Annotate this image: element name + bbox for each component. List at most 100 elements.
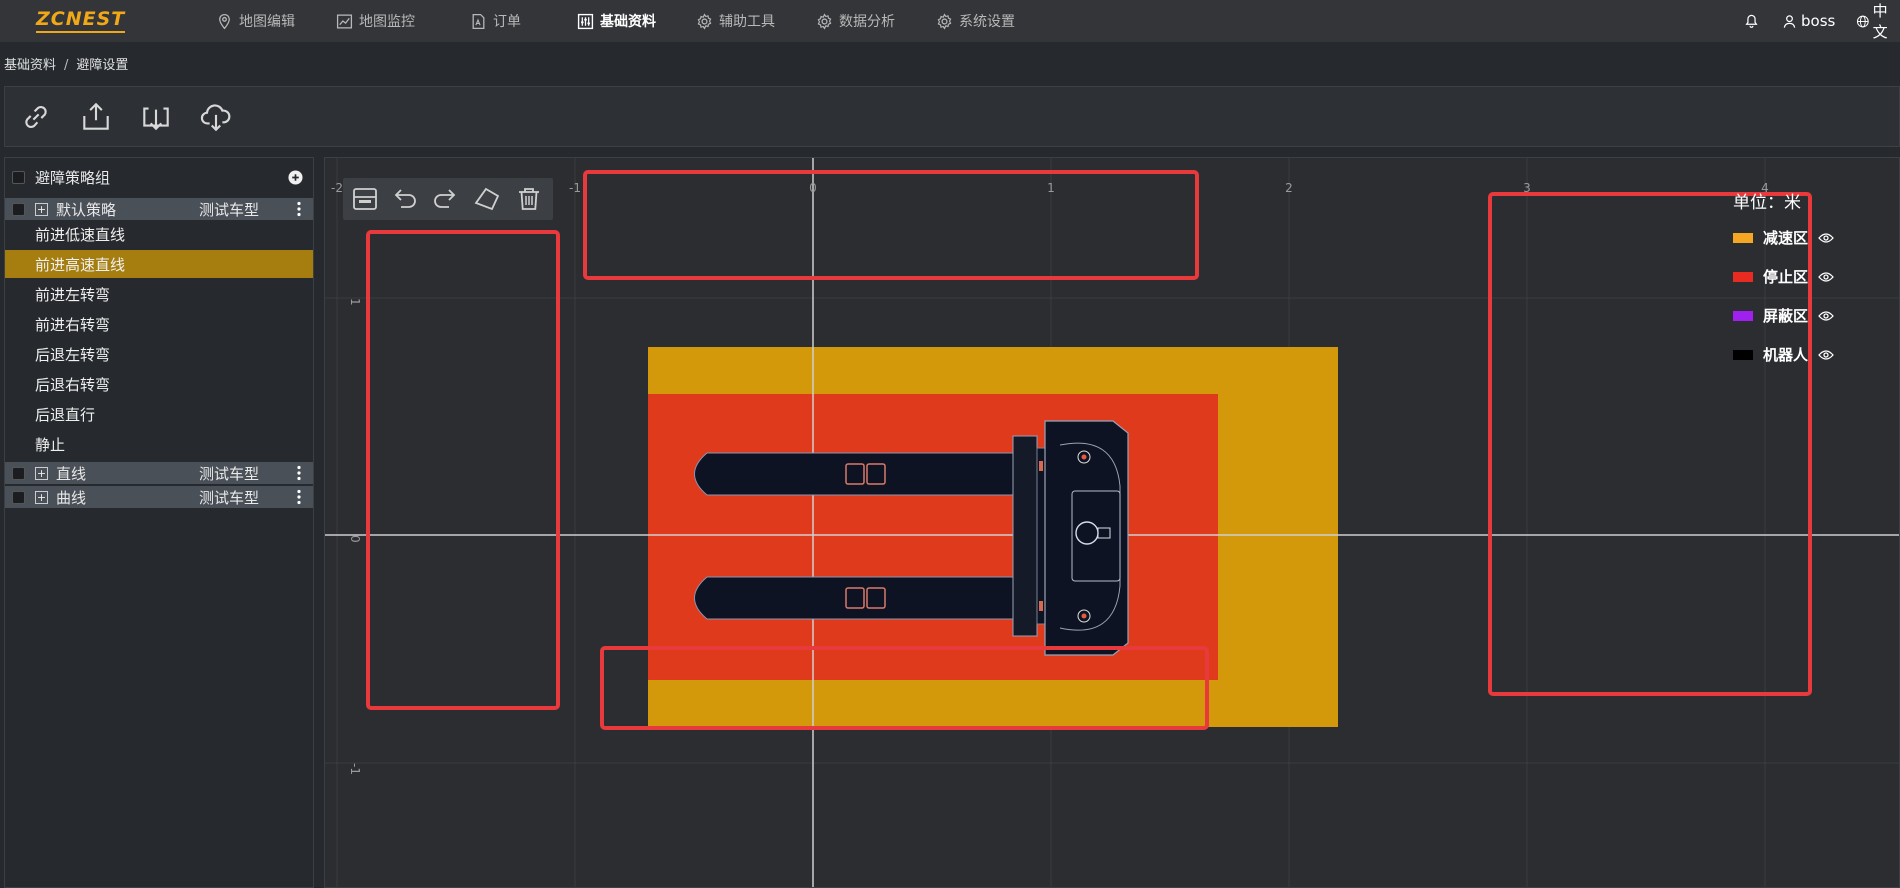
group-model: 测试车型 [199,200,260,219]
strategy-item[interactable]: 后退直行 [5,400,313,428]
download-button[interactable] [137,98,175,136]
legend-item-slow: 减速区 [1733,218,1834,257]
globe-icon [1856,15,1869,27]
nav-item-system-settings[interactable]: 系统设置 [936,0,1015,42]
strategy-item[interactable]: 静止 [5,430,313,458]
user-name: boss [1801,12,1836,30]
strategy-item[interactable]: 前进右转弯 [5,310,313,338]
user-menu[interactable]: boss [1782,0,1835,42]
strategy-item[interactable]: 后退右转弯 [5,370,313,398]
strategy-item[interactable]: 后退左转弯 [5,340,313,368]
eye-icon[interactable] [1818,271,1834,283]
chart-monitor-icon [336,13,353,29]
group-checkbox[interactable] [12,202,25,216]
top-nav: ZCNEST 地图编辑 地图监控 订单 基础资料 辅助工具 数据分析 系统设置 … [0,0,1900,42]
notification-button[interactable] [1744,0,1759,42]
expand-icon[interactable]: + [35,490,48,504]
select-all-checkbox[interactable] [12,170,25,184]
obstacle-zone-canvas[interactable]: -2 -1 0 1 2 3 4 1 0 -1 单位：米 减速区 停止区 屏蔽区 … [324,157,1900,888]
expand-icon[interactable]: + [35,466,48,480]
gear-icon [937,12,952,30]
nav-label: 基础资料 [600,14,656,30]
mast [1012,435,1038,637]
legend-label: 停止区 [1763,268,1809,286]
mast-frame [1036,447,1046,625]
eye-icon[interactable] [1818,232,1834,244]
y-tick-label: 1 [348,298,362,306]
group-name: 默认策略 [56,200,117,219]
lidar-front-dot [1081,454,1087,460]
trash-icon[interactable] [515,185,543,213]
strategy-sidebar: 避障策略组 + 默认策略 测试车型 前进低速直线 前进高速直线 前进左转弯 前进… [4,157,314,888]
zone-legend: 单位：米 减速区 停止区 屏蔽区 机器人 [1733,188,1834,374]
strategy-group-row[interactable]: + 曲线 测试车型 [5,486,313,508]
nav-item-orders[interactable]: 订单 [470,0,521,42]
app-logo[interactable]: ZCNEST [36,8,125,30]
undo-icon[interactable] [391,185,419,213]
group-checkbox[interactable] [12,490,25,504]
legend-swatch [1733,232,1753,243]
strategy-item-selected[interactable]: 前进高速直线 [5,250,313,278]
gear-icon [817,12,832,30]
more-vertical-icon[interactable] [297,201,301,217]
strategy-group-row[interactable]: + 默认策略 测试车型 [5,198,313,220]
add-circle-icon[interactable] [288,170,303,185]
save-icon[interactable] [351,185,379,213]
redo-icon[interactable] [431,185,459,213]
nav-item-map-monitor[interactable]: 地图监控 [336,0,415,42]
bell-icon [1745,14,1758,28]
y-tick-labels: 1 0 -1 [348,298,362,775]
y-tick-label: 0 [348,535,362,543]
breadcrumb-root[interactable]: 基础资料 [4,58,56,73]
group-model: 测试车型 [199,488,260,507]
legend-item-shield: 屏蔽区 [1733,296,1834,335]
legend-item-stop: 停止区 [1733,257,1834,296]
cloud-download-icon [200,104,231,132]
eye-icon[interactable] [1818,349,1834,361]
language-switch[interactable]: 中文 [1856,0,1900,42]
x-tick-label: 2 [1285,181,1293,195]
strategy-item[interactable]: 前进左转弯 [5,280,313,308]
document-icon [472,13,485,29]
legend-unit: 单位：米 [1733,193,1801,213]
group-model: 测试车型 [199,464,260,483]
user-icon [1783,14,1796,28]
cloud-download-button[interactable] [197,98,235,136]
stop-zone[interactable] [648,394,1218,680]
robot-body [1044,420,1129,656]
eye-icon[interactable] [1818,310,1834,322]
link-icon [25,105,47,129]
fork-right [694,576,1016,620]
x-tick-label: 1 [1047,181,1055,195]
nav-item-aux-tools[interactable]: 辅助工具 [696,0,775,42]
upload-button[interactable] [77,98,115,136]
nav-item-basic-data[interactable]: 基础资料 [577,0,656,42]
nav-item-data-analysis[interactable]: 数据分析 [816,0,895,42]
fork-left [694,452,1016,496]
legend-label: 机器人 [1763,346,1809,364]
zone-plot[interactable]: -2 -1 0 1 2 3 4 1 0 -1 [325,158,1900,888]
legend-swatch [1733,310,1753,321]
nav-label: 地图编辑 [239,14,295,30]
legend-label: 减速区 [1763,229,1809,247]
strategy-group-row[interactable]: + 直线 测试车型 [5,462,313,484]
sliders-icon [577,13,594,29]
polygon-icon[interactable] [473,185,501,213]
link-button[interactable] [17,98,55,136]
nav-label: 地图监控 [359,14,415,30]
expand-icon[interactable]: + [35,202,48,216]
group-checkbox[interactable] [12,466,25,480]
more-vertical-icon[interactable] [297,489,301,505]
strategy-group-header: 避障策略组 [5,164,313,190]
nav-label: 数据分析 [839,14,895,30]
nav-item-map-edit[interactable]: 地图编辑 [216,0,295,42]
legend-swatch [1733,349,1753,360]
sensor-top [1039,461,1043,471]
language-label: 中文 [1872,2,1888,41]
logo-underline [36,31,125,33]
x-tick-label: -1 [569,181,581,195]
strategy-item[interactable]: 前进低速直线 [5,220,313,248]
more-vertical-icon[interactable] [297,465,301,481]
legend-item-robot: 机器人 [1733,335,1834,374]
x-tick-label: 0 [809,181,817,195]
